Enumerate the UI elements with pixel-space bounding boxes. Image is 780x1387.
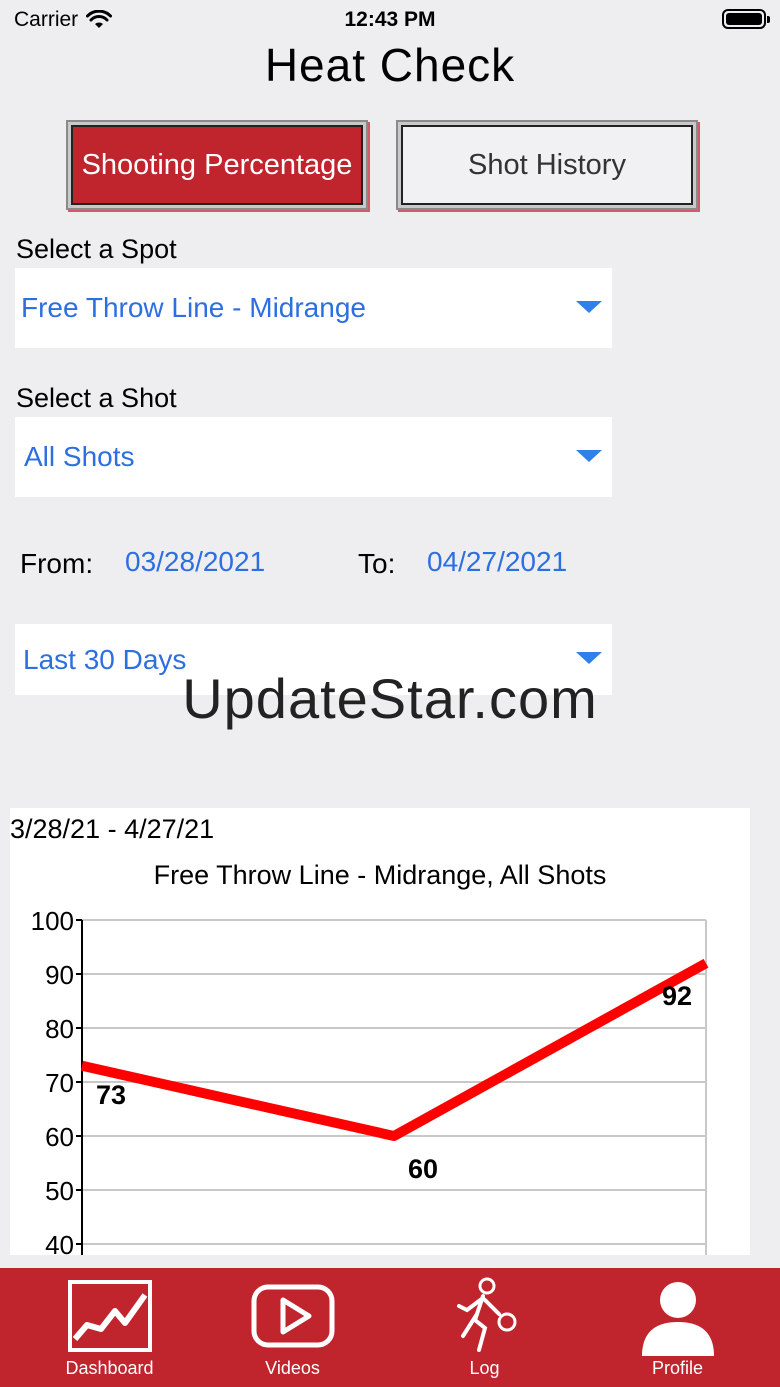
to-date[interactable]: 04/27/2021 — [427, 546, 567, 578]
spot-value: Free Throw Line - Midrange — [21, 292, 366, 323]
clock: 12:43 PM — [344, 8, 436, 31]
series-line — [80, 958, 709, 1141]
watermark: UpdateStar.com — [182, 667, 598, 730]
tab-label: Videos — [265, 1358, 320, 1378]
chart-card: 3/28/21 - 4/27/21 Free Throw Line - Midr… — [10, 808, 750, 1255]
tab-bar: Dashboard Videos Log Profile — [0, 1268, 780, 1387]
tab-label: Profile — [651, 1358, 704, 1378]
y-tick-label: 100 — [31, 906, 74, 936]
y-tick-label: 50 — [45, 1176, 74, 1206]
shot-history-button[interactable]: Shot History — [396, 120, 698, 210]
shot-value: All Shots — [24, 441, 135, 472]
status-bar: Carrier 12:43 PM — [0, 0, 780, 40]
basketball-player-icon — [435, 1276, 535, 1356]
spot-dropdown[interactable]: Free Throw Line - Midrange — [15, 268, 612, 348]
chevron-down-icon — [576, 301, 602, 313]
shot-dropdown[interactable]: All Shots — [15, 417, 612, 497]
from-label: From: — [20, 548, 94, 579]
tab-log[interactable]: Log — [387, 1268, 582, 1387]
chart-icon — [60, 1276, 160, 1356]
line-chart: 100 90 80 70 60 50 40 73 60 92 — [31, 906, 709, 1255]
tab-label: Dashboard — [65, 1358, 154, 1378]
spot-label: Select a Spot — [16, 234, 177, 264]
data-label: 60 — [408, 1154, 438, 1184]
tab-profile[interactable]: Profile — [580, 1268, 775, 1387]
shot-label: Select a Shot — [16, 383, 177, 413]
from-date[interactable]: 03/28/2021 — [125, 546, 265, 578]
tab-videos[interactable]: Videos — [195, 1268, 390, 1387]
y-tick-label: 80 — [45, 1014, 74, 1044]
app-title: Heat Check — [264, 39, 516, 91]
shooting-percentage-button[interactable]: Shooting Percentage — [66, 120, 368, 210]
person-icon — [628, 1276, 728, 1356]
y-tick-label: 60 — [45, 1122, 74, 1152]
play-icon — [243, 1276, 343, 1356]
tab-dashboard[interactable]: Dashboard — [12, 1268, 207, 1387]
y-tick-label: 90 — [45, 960, 74, 990]
y-tick-label: 40 — [45, 1230, 74, 1255]
chevron-down-icon — [576, 652, 602, 664]
data-label: 73 — [96, 1080, 126, 1110]
to-label: To: — [358, 548, 396, 579]
tab-label: Log — [469, 1358, 500, 1378]
y-tick-label: 70 — [45, 1068, 74, 1098]
chevron-down-icon — [576, 450, 602, 462]
data-label: 92 — [662, 981, 692, 1011]
battery-icon — [722, 9, 770, 29]
